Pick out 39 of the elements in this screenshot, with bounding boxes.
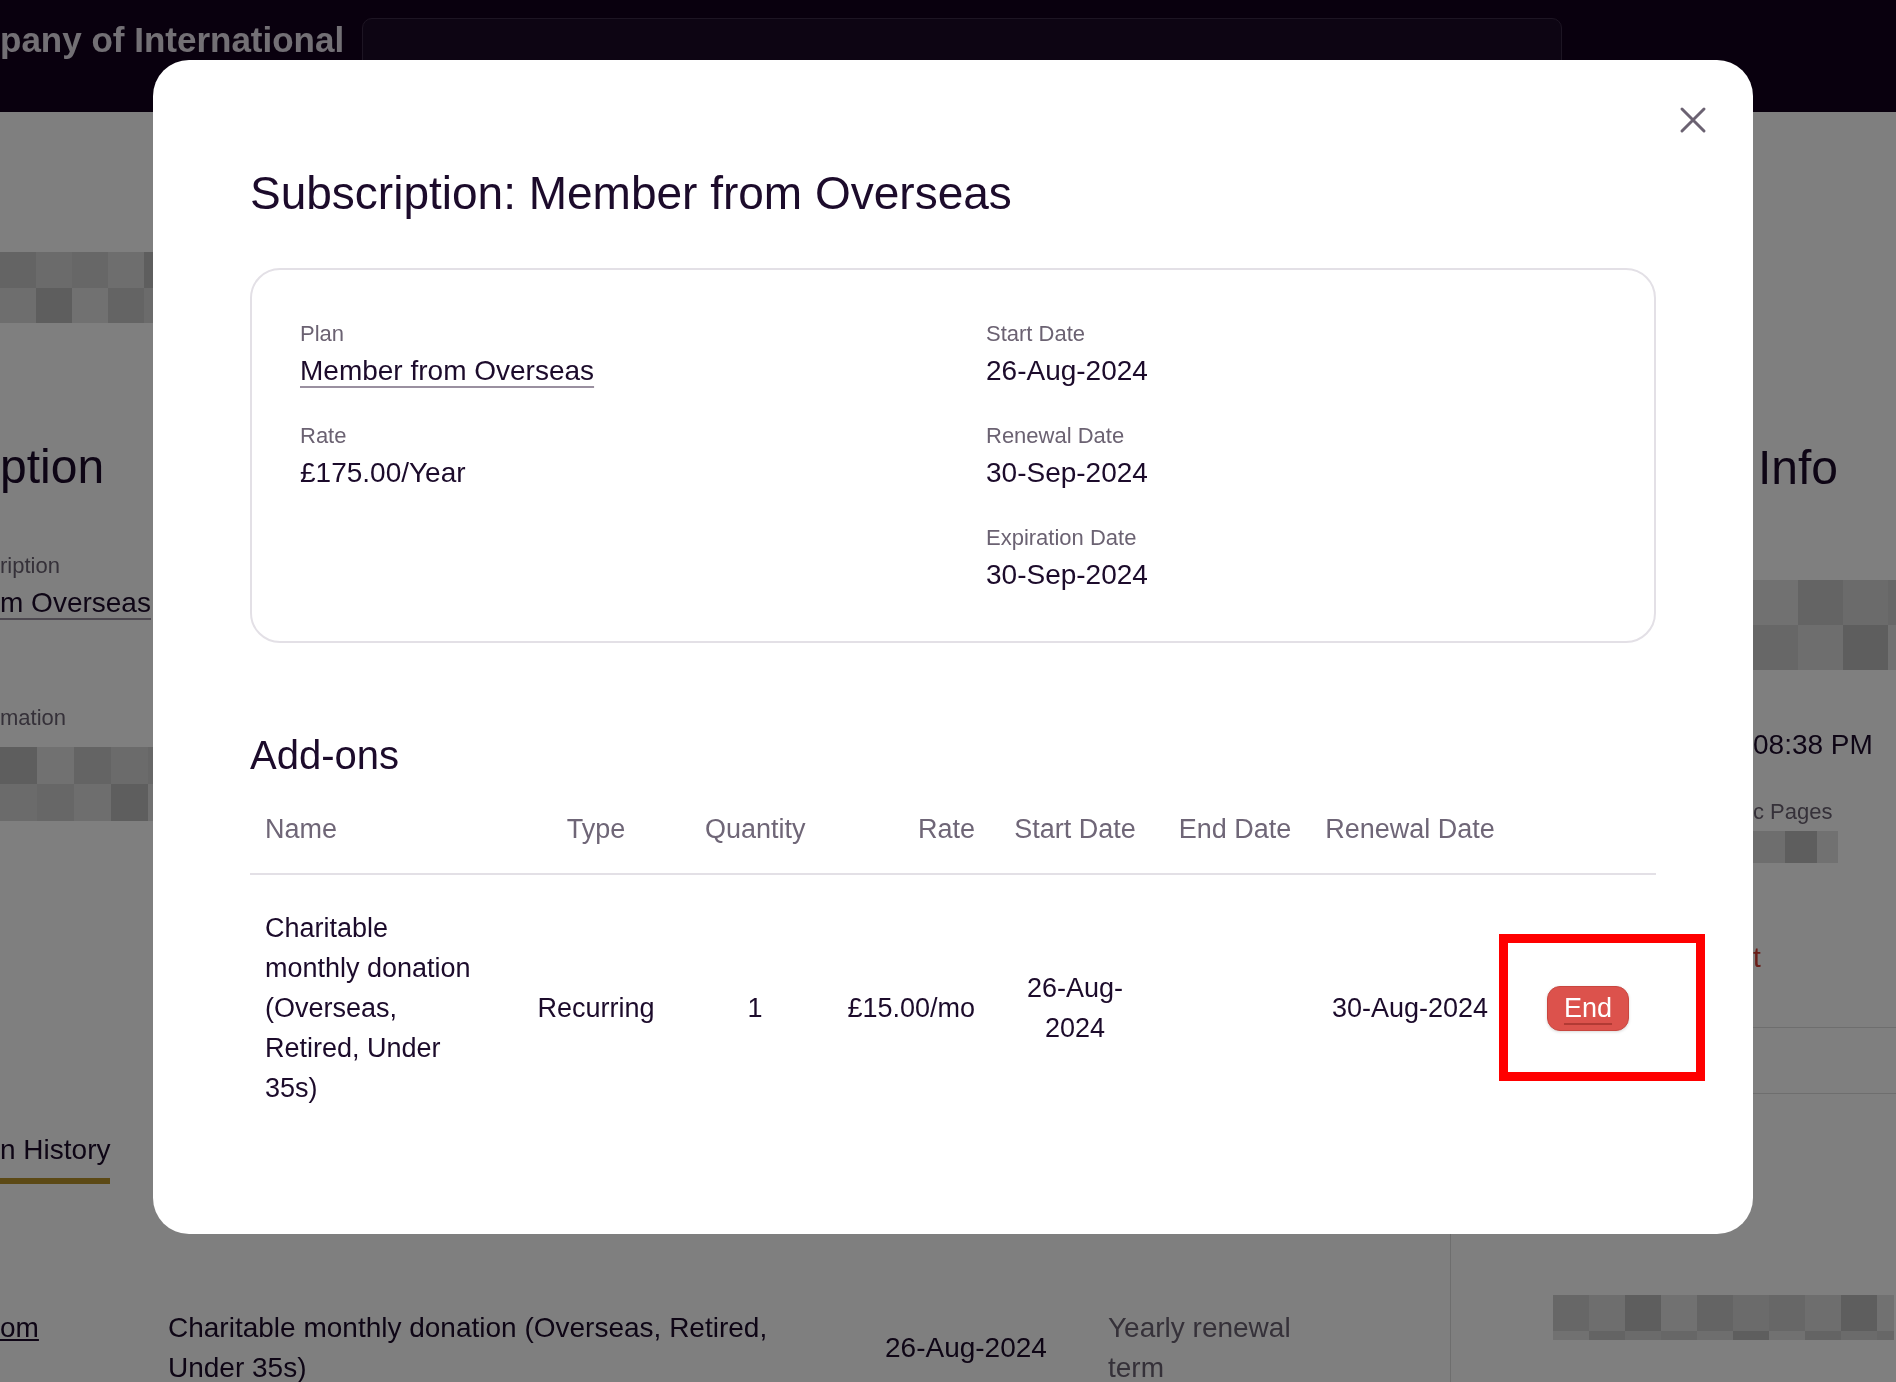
- column-header: Rate: [916, 813, 976, 845]
- table-cell-text: £15.00/mo: [846, 992, 976, 1025]
- column-header: End Date: [1177, 813, 1293, 845]
- time-text: 08:38 PM: [1752, 728, 1873, 762]
- table-cell-text: Recurring: [536, 992, 656, 1025]
- column-header: Name: [264, 813, 339, 845]
- column-header: Quantity: [704, 813, 807, 845]
- subscription-link[interactable]: m Overseas: [0, 586, 151, 620]
- field-value: 30-Sep-2024: [986, 558, 1148, 592]
- column-header: Start Date: [1013, 813, 1137, 845]
- table-cell-text: 26-Aug-2024: [1025, 972, 1125, 1045]
- table-cell-text: Charitable monthly donation (Overseas, Retired, Under 35s): [264, 912, 472, 1105]
- brand-name: pany of International: [0, 20, 345, 60]
- field-label: Renewal Date: [986, 423, 1125, 449]
- field-label: mation: [0, 705, 67, 731]
- field-label: ription: [0, 553, 60, 579]
- dialog-title: Subscription: Member from Overseas: [250, 166, 1012, 221]
- end-button[interactable]: End: [1546, 985, 1629, 1031]
- column-header: Renewal Date: [1324, 813, 1496, 845]
- table-cell-text: 30-Aug-2024: [1330, 992, 1490, 1025]
- column-header: Type: [565, 813, 627, 845]
- subscription-link[interactable]: om: [0, 1308, 168, 1348]
- table-cell-text: Yearly renewal term: [1108, 1311, 1292, 1382]
- field-value: £175.00/Year: [300, 456, 466, 490]
- field-label: Rate: [300, 423, 347, 449]
- section-heading: Info: [1757, 440, 1839, 496]
- section-heading: ption: [0, 439, 105, 495]
- field-label: Start Date: [986, 321, 1086, 347]
- table-cell-text: 26-Aug-2024: [885, 1331, 1048, 1365]
- field-label: Plan: [300, 321, 345, 347]
- section-heading: Add-ons: [250, 732, 399, 779]
- field-label: Expiration Date: [986, 525, 1137, 551]
- plan-link[interactable]: Member from Overseas: [300, 354, 595, 388]
- tab[interactable]: n History: [0, 1133, 111, 1184]
- field-value: 26-Aug-2024: [986, 354, 1148, 388]
- field-value: 30-Sep-2024: [986, 456, 1148, 490]
- field-label: c Pages: [1752, 799, 1833, 825]
- table-cell-text: 1: [746, 992, 764, 1025]
- table-cell-text: Charitable monthly donation (Overseas, Retired, Under 35s): [168, 1311, 769, 1382]
